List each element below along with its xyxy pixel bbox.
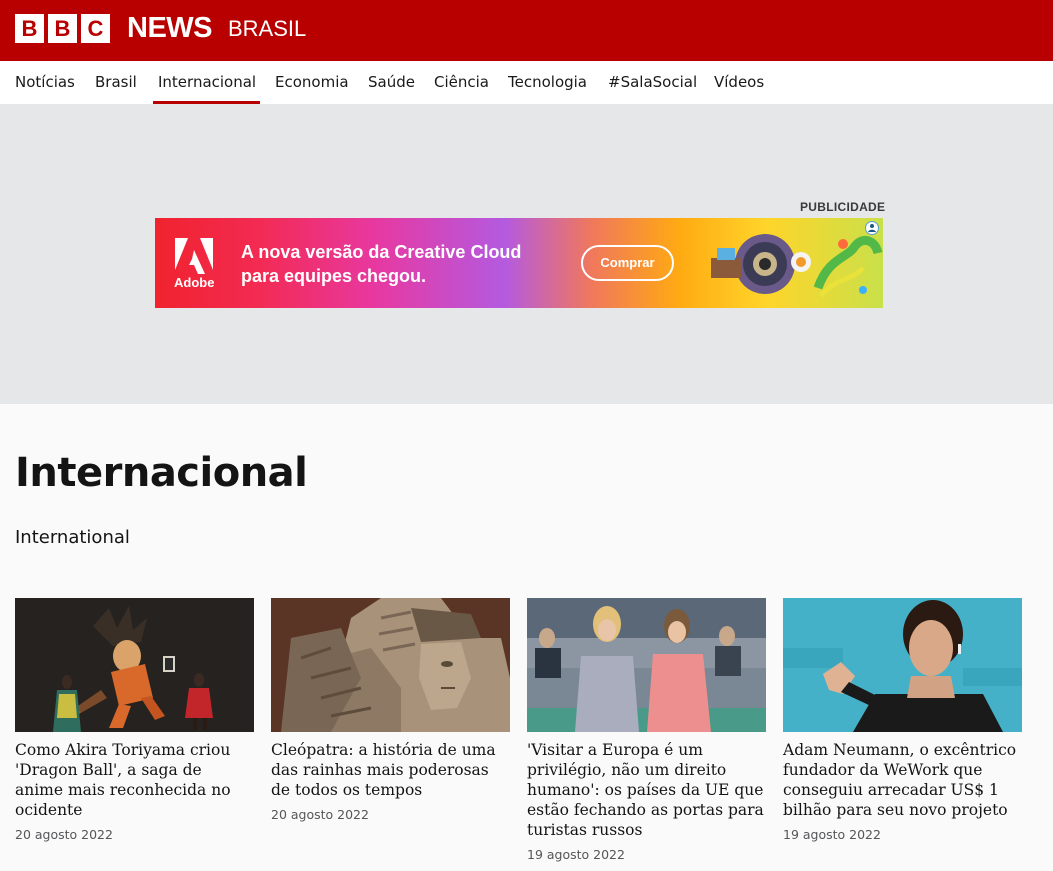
advertisement-region: PUBLICIDADE Adobe A nova versão da Creat…	[0, 104, 1053, 404]
article-date: 19 agosto 2022	[783, 827, 881, 842]
nav-item-internacional[interactable]: Internacional	[152, 61, 261, 104]
article-headline[interactable]: 'Visitar a Europa é um privilégio, não u…	[527, 740, 766, 840]
ad-buy-button[interactable]: Comprar	[581, 245, 674, 281]
article-image-dragon-ball[interactable]	[15, 598, 254, 732]
site-header: B B C NEWS BRASIL	[0, 0, 1053, 61]
page-title: Internacional	[15, 450, 308, 496]
article-date: 19 agosto 2022	[527, 847, 625, 862]
article-headline[interactable]: Cleópatra: a história de uma das rainhas…	[271, 740, 510, 800]
article-image-europe-visas[interactable]	[527, 598, 766, 732]
bbc-logo-letter-b1: B	[15, 14, 44, 43]
article-headline[interactable]: Adam Neumann, o excêntrico fundador da W…	[783, 740, 1022, 820]
nav-item-ciencia[interactable]: Ciência	[434, 61, 489, 104]
nav-item-tecnologia[interactable]: Tecnologia	[508, 61, 587, 104]
nav-item-videos[interactable]: Vídeos	[714, 61, 764, 104]
article-headline[interactable]: Como Akira Toriyama criou 'Dragon Ball',…	[15, 740, 254, 820]
bbc-logo-letter-b2: B	[48, 14, 77, 43]
nav-item-brasil[interactable]: Brasil	[95, 61, 137, 104]
ad-illustration	[711, 234, 883, 298]
bbc-logo[interactable]: B B C	[15, 14, 110, 43]
article-date: 20 agosto 2022	[271, 807, 369, 822]
article-card-cleopatra[interactable]: Cleópatra: a história de uma das rainhas…	[271, 598, 510, 824]
main-navigation: Notícias Brasil Internacional Economia S…	[0, 61, 1053, 104]
article-card-adam-neumann[interactable]: Adam Neumann, o excêntrico fundador da W…	[783, 598, 1022, 844]
news-wordmark[interactable]: NEWS	[127, 12, 213, 44]
nav-item-salasocial[interactable]: #SalaSocial	[608, 61, 697, 104]
ad-headline-line2: para equipes chegou.	[241, 266, 427, 286]
article-card-dragon-ball[interactable]: Como Akira Toriyama criou 'Dragon Ball',…	[15, 598, 254, 844]
article-image-cleopatra[interactable]	[271, 598, 510, 732]
article-card-europe-visas[interactable]: 'Visitar a Europa é um privilégio, não u…	[527, 598, 766, 864]
nav-item-noticias[interactable]: Notícias	[15, 61, 75, 104]
page-subtitle: International	[15, 527, 130, 548]
ad-label: PUBLICIDADE	[800, 200, 886, 214]
nav-item-saude[interactable]: Saúde	[368, 61, 415, 104]
edition-wordmark[interactable]: BRASIL	[228, 15, 306, 43]
ad-headline-line1: A nova versão da Creative Cloud	[241, 242, 522, 262]
nav-item-economia[interactable]: Economia	[275, 61, 349, 104]
ad-headline: A nova versão da Creative Cloud para equ…	[241, 240, 521, 288]
article-image-adam-neumann[interactable]	[783, 598, 1022, 732]
bbc-logo-letter-c: C	[81, 14, 110, 43]
article-date: 20 agosto 2022	[15, 827, 113, 842]
ad-brand: Adobe	[174, 275, 215, 290]
ad-banner[interactable]: Adobe A nova versão da Creative Cloud pa…	[155, 218, 883, 308]
adchoices-icon[interactable]	[865, 221, 879, 235]
